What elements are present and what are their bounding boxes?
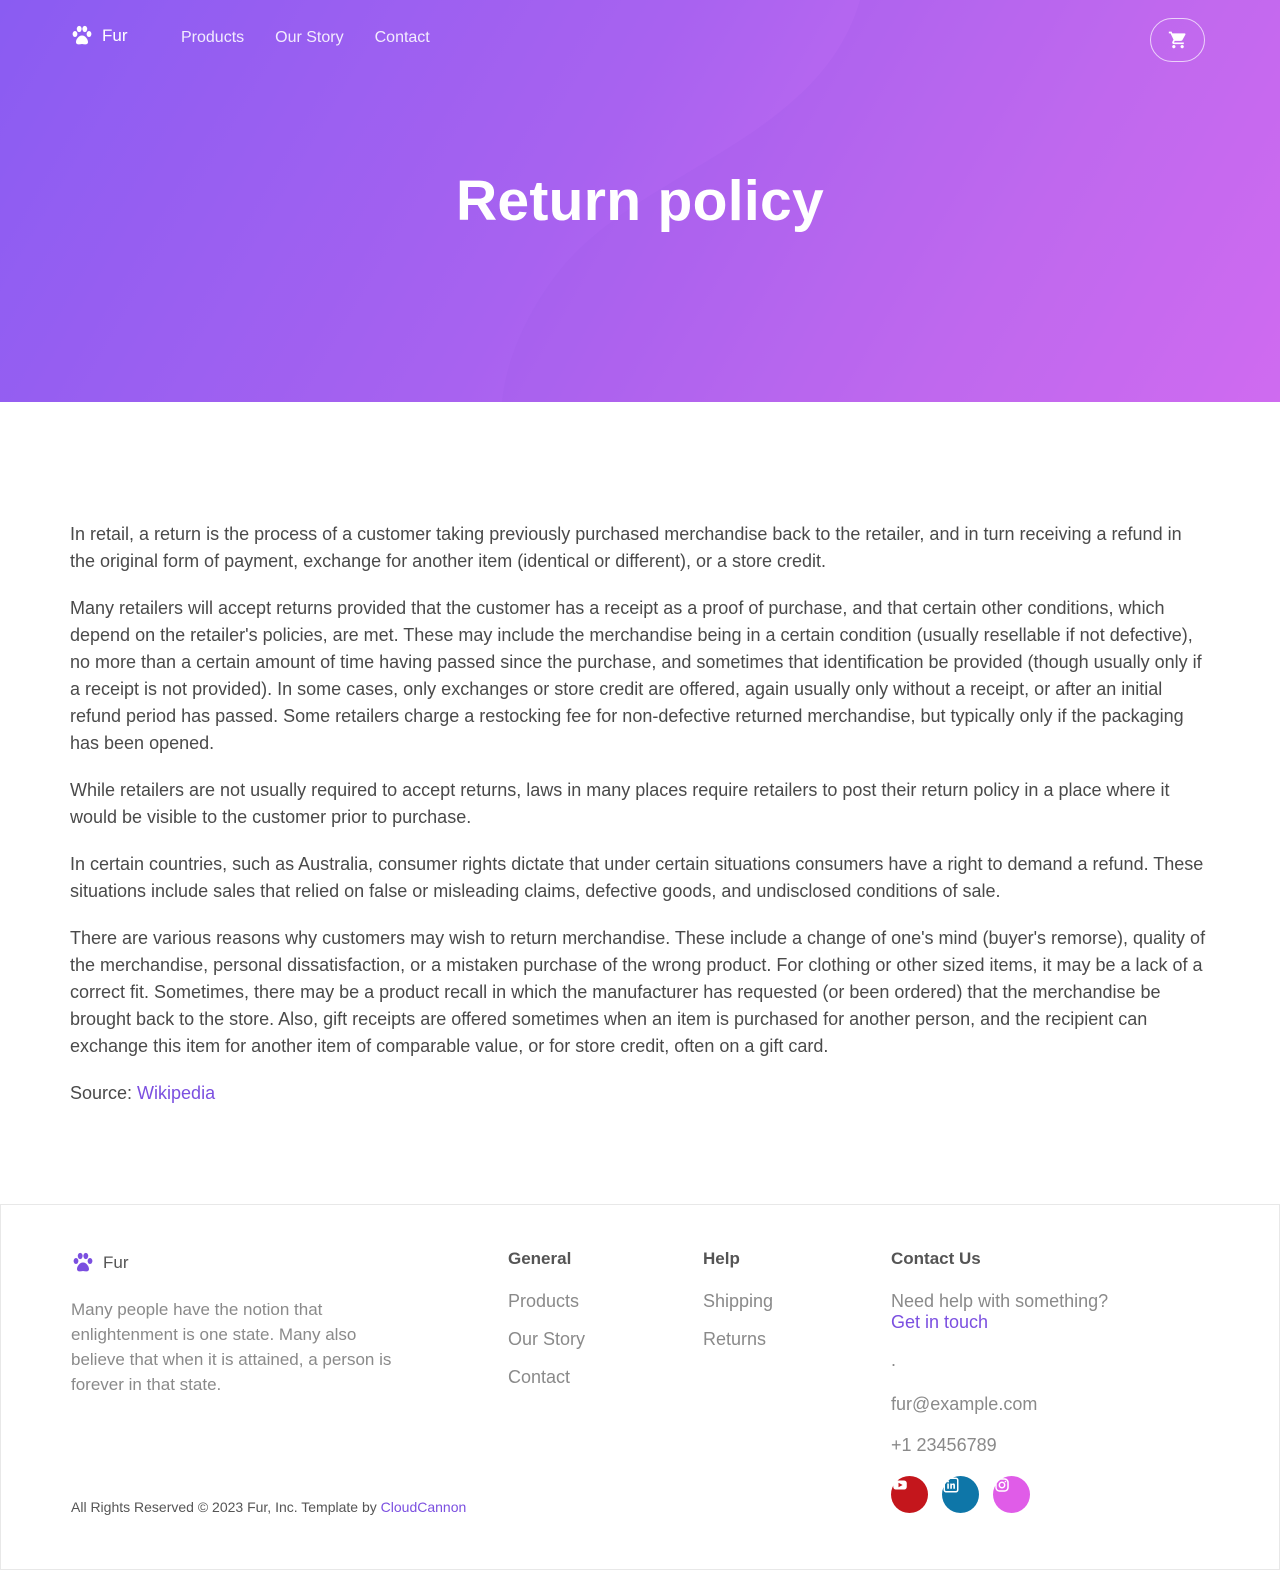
footer-link-products[interactable]: Products: [508, 1291, 585, 1312]
source-line: Source: Wikipedia: [70, 1080, 1210, 1107]
footer-description: Many people have the notion that enlight…: [71, 1300, 392, 1394]
nav-link-products[interactable]: Products: [181, 29, 244, 47]
contact-email-link[interactable]: fur@example.com: [891, 1394, 1108, 1415]
footer-link-our-story[interactable]: Our Story: [508, 1329, 585, 1350]
get-in-touch-link[interactable]: Get in touch: [891, 1312, 1108, 1333]
page-title: Return policy: [455, 169, 825, 233]
cart-button[interactable]: [1150, 18, 1205, 62]
paw-icon: [72, 25, 92, 45]
youtube-icon: [893, 1480, 907, 1490]
footer-help-column: Help Shipping Returns: [703, 1249, 773, 1367]
policy-content: In retail, a return is the process of a …: [70, 521, 1210, 1127]
contact-help-text: Need help with something? Get in touch.: [891, 1291, 1108, 1371]
contact-help-period: .: [891, 1350, 897, 1370]
nav-link-contact[interactable]: Contact: [375, 29, 430, 47]
footer-contact-column: Contact Us Need help with something? Get…: [891, 1249, 1108, 1530]
footer-link-shipping[interactable]: Shipping: [703, 1291, 773, 1312]
cloudcannon-link[interactable]: CloudCannon: [381, 1499, 467, 1515]
copyright-text: All Rights Reserved © 2023 Fur, Inc. Tem…: [71, 1499, 381, 1515]
footer-brand-name: Fur: [103, 1253, 129, 1272]
footer-brand[interactable]: Fur: [71, 1251, 129, 1275]
footer-help-heading: Help: [703, 1249, 740, 1268]
policy-paragraph: While retailers are not usually required…: [70, 780, 1170, 827]
linkedin-icon: [943, 1477, 959, 1493]
contact-phone-link[interactable]: +1 23456789: [891, 1435, 1108, 1456]
policy-paragraph: In retail, a return is the process of a …: [70, 524, 1182, 571]
cart-icon: [1168, 31, 1186, 49]
footer-link-returns[interactable]: Returns: [703, 1329, 773, 1350]
footer-contact-heading: Contact Us: [891, 1249, 981, 1268]
nav-link-our-story[interactable]: Our Story: [275, 29, 343, 47]
top-nav: Fur Products Our Story Contact: [0, 0, 1280, 80]
paw-icon: [73, 1252, 93, 1272]
instagram-icon: [995, 1478, 1009, 1492]
footer: Fur Many people have the notion that enl…: [0, 1204, 1280, 1570]
policy-paragraph: In certain countries, such as Australia,…: [70, 854, 1204, 901]
copyright-notice: All Rights Reserved © 2023 Fur, Inc. Tem…: [71, 1499, 466, 1515]
source-link[interactable]: Wikipedia: [137, 1083, 215, 1103]
linkedin-button[interactable]: [942, 1476, 979, 1513]
footer-general-heading: General: [508, 1249, 572, 1268]
policy-paragraph: Many retailers will accept returns provi…: [70, 598, 1202, 753]
footer-general-column: General Products Our Story Contact: [508, 1249, 585, 1405]
policy-paragraph: There are various reasons why customers …: [70, 928, 1206, 1056]
nav-links: Products Our Story Contact: [181, 29, 461, 47]
footer-link-contact[interactable]: Contact: [508, 1367, 585, 1388]
source-label: Source:: [70, 1083, 138, 1103]
hero-banner: Fur Products Our Story Contact Return po…: [0, 0, 1280, 402]
youtube-button[interactable]: [891, 1476, 928, 1513]
contact-help-label: Need help with something?: [891, 1291, 1109, 1311]
brand-logo[interactable]: Fur: [70, 24, 128, 48]
instagram-button[interactable]: [993, 1476, 1030, 1513]
brand-name: Fur: [102, 26, 128, 45]
social-links: [891, 1476, 1108, 1530]
